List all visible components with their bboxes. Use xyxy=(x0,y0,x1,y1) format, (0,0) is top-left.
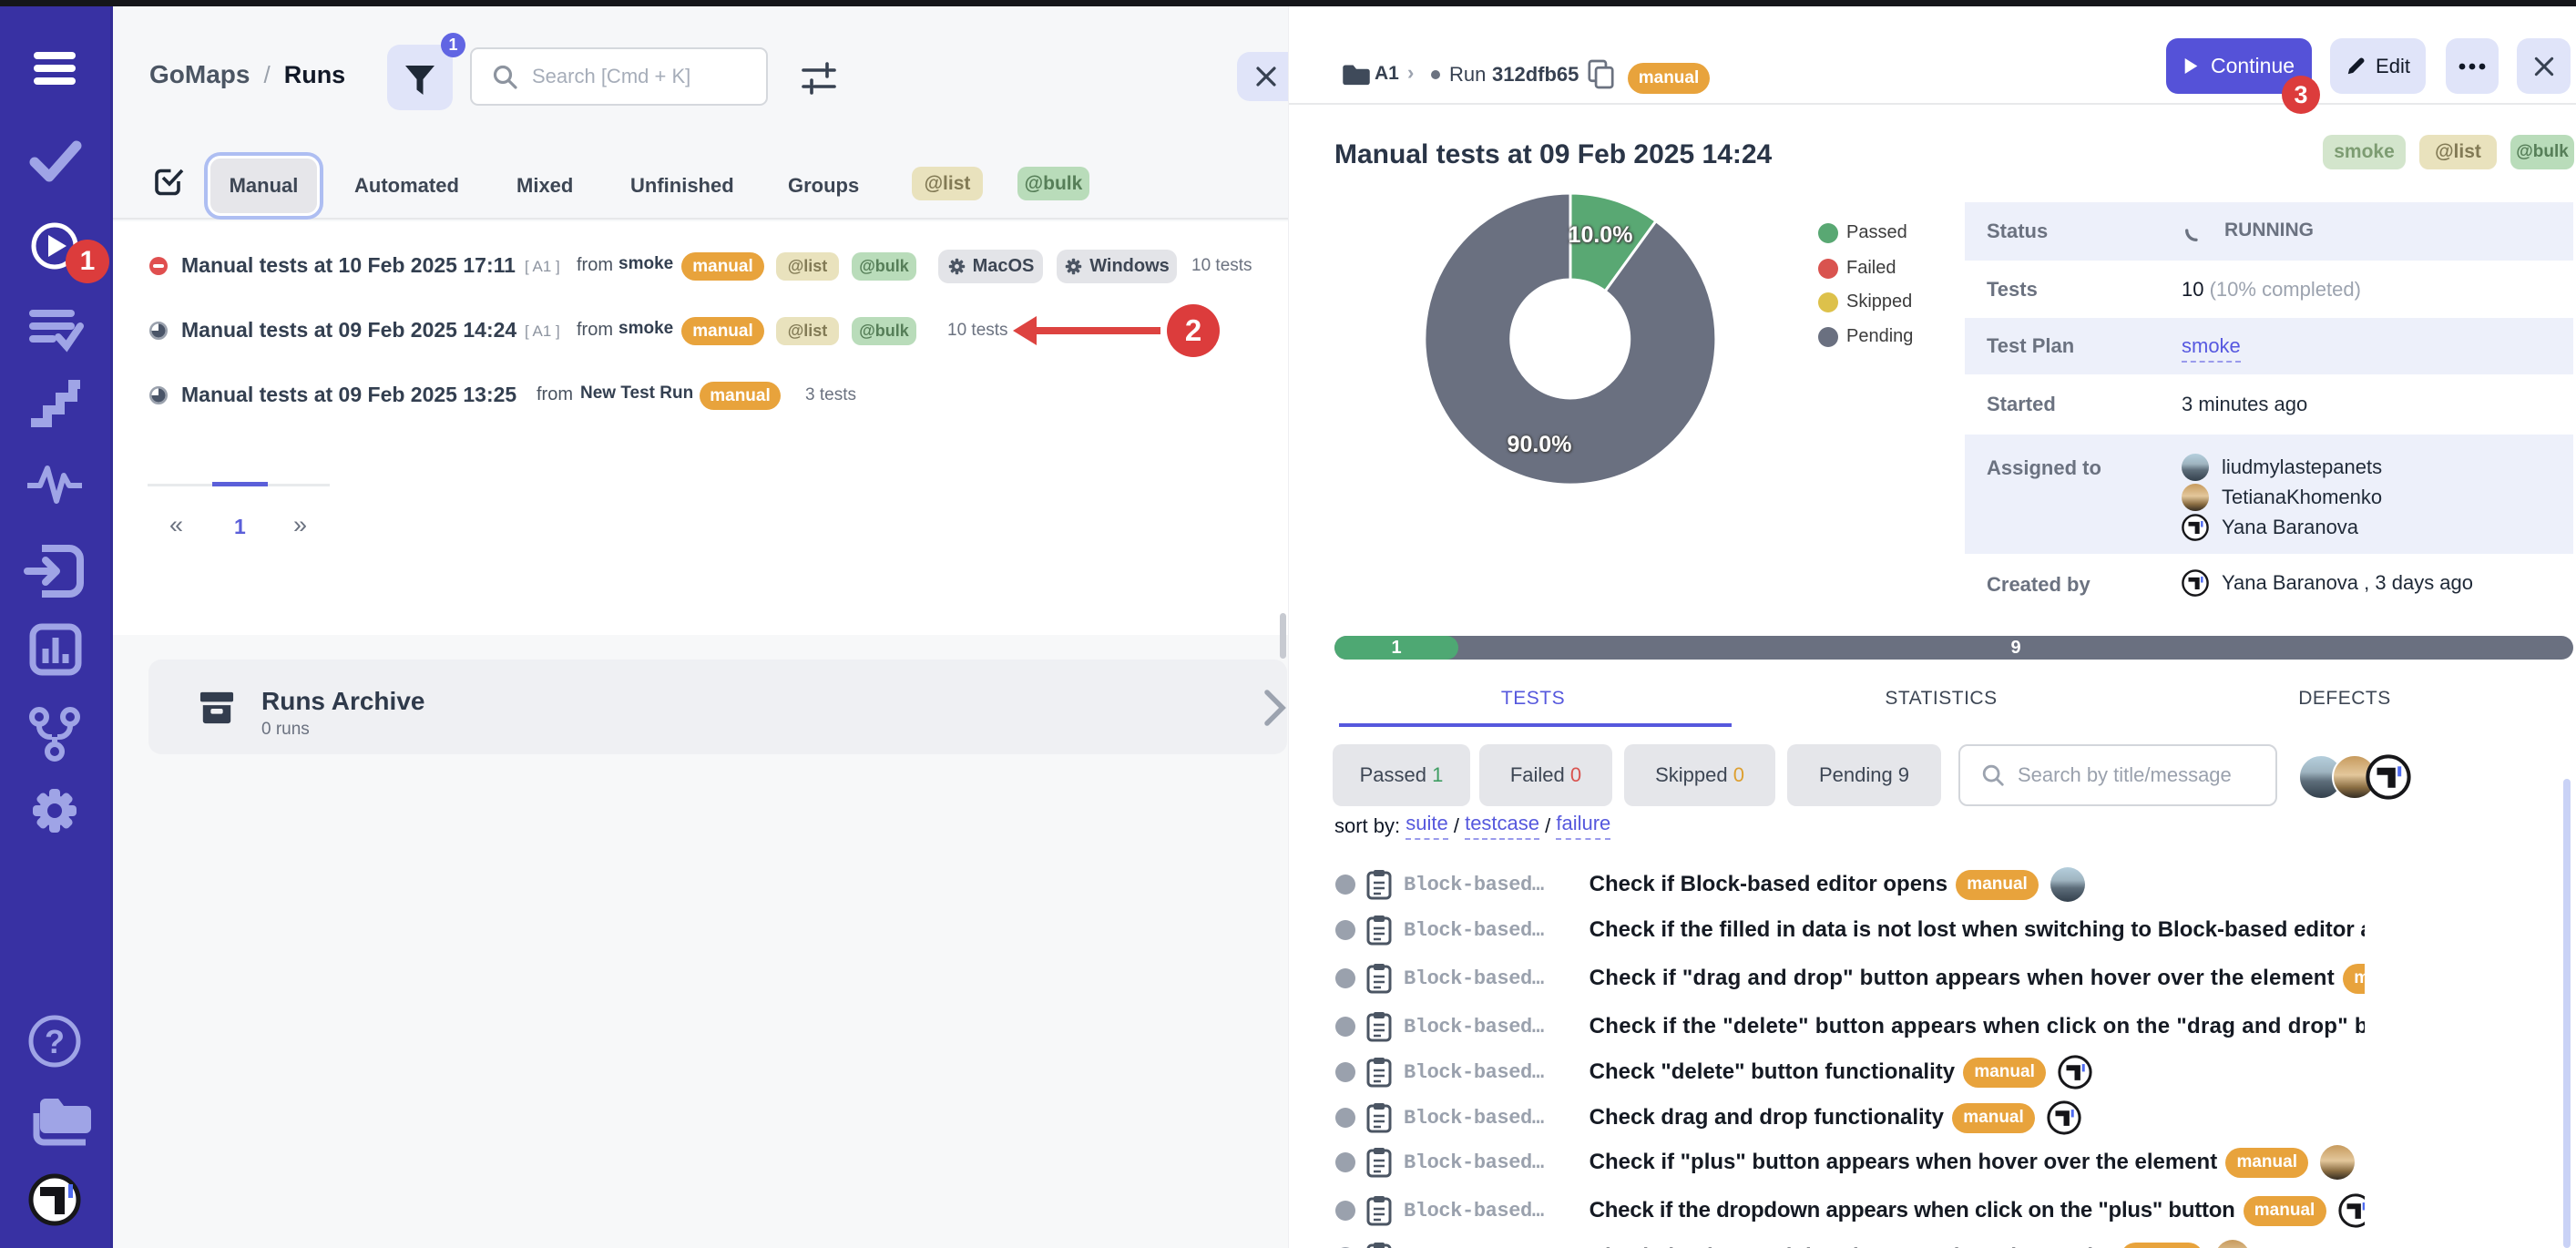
svg-text:?: ? xyxy=(45,1023,65,1060)
svg-text:90.0%: 90.0% xyxy=(1508,432,1572,457)
svg-text:10.0%: 10.0% xyxy=(1569,222,1633,248)
